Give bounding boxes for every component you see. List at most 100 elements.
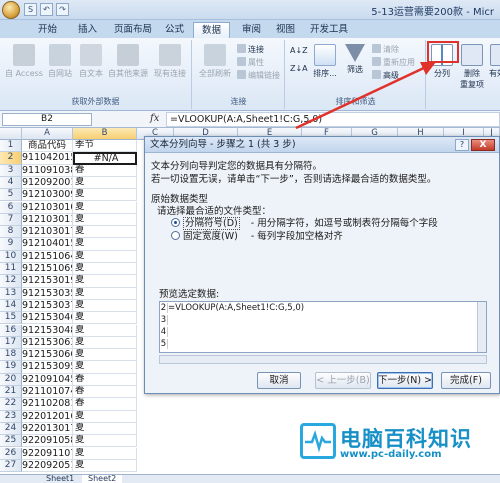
cell-product-code[interactable]: 商品代码 bbox=[22, 140, 73, 153]
undo-icon[interactable]: ↶ bbox=[40, 3, 53, 16]
cell-product-code[interactable]: 922012016 bbox=[22, 410, 73, 423]
sort-button[interactable]: 排序... bbox=[310, 44, 340, 79]
row-header[interactable]: 11 bbox=[0, 263, 22, 276]
row-header[interactable]: 9 bbox=[0, 238, 22, 251]
delimited-radio[interactable]: 分隔符号(D) - 用分隔字符，如逗号或制表符分隔每个字段 bbox=[171, 215, 438, 230]
cell-product-code[interactable]: 912151069 bbox=[22, 263, 73, 276]
connections-button[interactable]: 连接 bbox=[237, 44, 264, 55]
horizontal-scrollbar[interactable] bbox=[159, 355, 487, 364]
cell-product-code[interactable]: 912103017 bbox=[22, 226, 73, 239]
redo-icon[interactable]: ↷ bbox=[56, 3, 69, 16]
cell-season[interactable]: 春 bbox=[73, 373, 137, 386]
cell-product-code[interactable]: 912103010 bbox=[22, 201, 73, 214]
from-access-button[interactable]: 自 Access bbox=[4, 44, 44, 79]
row-header[interactable]: 6 bbox=[0, 201, 22, 214]
row-header[interactable]: 13 bbox=[0, 287, 22, 300]
tab-view[interactable]: 视图 bbox=[268, 22, 303, 38]
name-box[interactable]: B2 bbox=[2, 113, 92, 126]
row-header[interactable]: 16 bbox=[0, 324, 22, 337]
row-header[interactable]: 2 bbox=[0, 152, 22, 165]
cell-product-code[interactable]: 912103011 bbox=[22, 213, 73, 227]
cell-season[interactable]: 春 bbox=[73, 164, 137, 177]
row-header[interactable]: 1 bbox=[0, 140, 22, 153]
cell-season[interactable]: 春 bbox=[73, 386, 137, 399]
row-header[interactable]: 21 bbox=[0, 386, 22, 399]
office-button[interactable] bbox=[2, 1, 20, 19]
tab-review[interactable]: 审阅 bbox=[234, 22, 269, 38]
cell-season[interactable]: 夏 bbox=[73, 238, 137, 251]
cell-season[interactable]: 夏 bbox=[73, 201, 137, 214]
cell-season[interactable]: 夏 bbox=[73, 299, 137, 313]
row-header[interactable]: 22 bbox=[0, 398, 22, 411]
row-header[interactable]: 15 bbox=[0, 312, 22, 325]
cell-product-code[interactable]: 912092001 bbox=[22, 176, 73, 190]
cell-season[interactable]: 春 bbox=[73, 398, 137, 411]
cell-product-code[interactable]: 912153046 bbox=[22, 312, 73, 325]
tab-insert[interactable]: 插入 bbox=[70, 22, 105, 38]
row-header[interactable]: 5 bbox=[0, 189, 22, 202]
vertical-scrollbar[interactable] bbox=[477, 302, 486, 352]
cell-product-code[interactable]: 922013017 bbox=[22, 422, 73, 436]
advanced-button[interactable]: 高级 bbox=[372, 70, 399, 81]
row-header[interactable]: 3 bbox=[0, 164, 22, 177]
cell-season[interactable]: 夏 bbox=[73, 361, 137, 374]
cell-product-code[interactable]: 912153066 bbox=[22, 349, 73, 362]
cell-season[interactable]: 夏 bbox=[73, 312, 137, 325]
row-header[interactable]: 19 bbox=[0, 361, 22, 374]
tab-data[interactable]: 数据 bbox=[193, 22, 231, 38]
cell-product-code[interactable]: 912153037 bbox=[22, 299, 73, 313]
cell-season[interactable]: 夏 bbox=[73, 336, 137, 350]
row-header[interactable]: 20 bbox=[0, 373, 22, 386]
cell-product-code[interactable]: 912153035 bbox=[22, 287, 73, 300]
cell-selected[interactable]: #N/A bbox=[73, 152, 137, 165]
back-button[interactable]: < 上一步(B) bbox=[315, 372, 371, 389]
cell-season[interactable]: 夏 bbox=[73, 349, 137, 362]
row-header[interactable]: 23 bbox=[0, 410, 22, 423]
formula-input[interactable]: =VLOOKUP(A:A,Sheet1!C:G,5,0) bbox=[166, 112, 500, 127]
sort-descending-button[interactable]: Z↓A bbox=[290, 64, 308, 73]
cell-product-code[interactable]: 912153095 bbox=[22, 361, 73, 374]
row-header[interactable]: 7 bbox=[0, 213, 22, 227]
cell-season[interactable]: 夏 bbox=[73, 324, 137, 337]
existing-connections-button[interactable]: 现有连接 bbox=[150, 44, 190, 79]
cell-season[interactable]: 夏 bbox=[73, 435, 137, 448]
insert-function-icon[interactable]: fx bbox=[150, 113, 159, 124]
row-header[interactable]: 18 bbox=[0, 349, 22, 362]
cell-product-code[interactable]: 921101074 bbox=[22, 386, 73, 399]
next-button[interactable]: 下一步(N) > bbox=[377, 372, 433, 389]
tab-page-layout[interactable]: 页面布局 bbox=[106, 22, 160, 38]
remove-duplicates-button[interactable]: 删除 重复项 bbox=[457, 44, 487, 90]
tab-formulas[interactable]: 公式 bbox=[157, 22, 192, 38]
column-header[interactable]: A bbox=[22, 128, 73, 140]
refresh-all-button[interactable]: 全部刷新 bbox=[195, 44, 235, 79]
save-icon[interactable]: S bbox=[24, 3, 37, 16]
row-header[interactable]: 17 bbox=[0, 336, 22, 350]
row-header[interactable]: 24 bbox=[0, 422, 22, 436]
reapply-button[interactable]: 重新应用 bbox=[372, 57, 415, 68]
cancel-button[interactable]: 取消 bbox=[257, 372, 301, 389]
cell-product-code[interactable]: 921091045 bbox=[22, 373, 73, 386]
column-header[interactable]: B bbox=[73, 128, 137, 140]
cell-season[interactable]: 夏 bbox=[73, 275, 137, 288]
row-header[interactable]: 8 bbox=[0, 226, 22, 239]
help-icon[interactable]: ? bbox=[455, 139, 469, 151]
row-header[interactable]: 26 bbox=[0, 447, 22, 460]
cell-season[interactable]: 夏 bbox=[73, 447, 137, 460]
cell-product-code[interactable]: 912153063 bbox=[22, 336, 73, 350]
row-header[interactable]: 10 bbox=[0, 250, 22, 263]
cell-season[interactable]: 夏 bbox=[73, 459, 137, 473]
filter-button[interactable]: 筛选 bbox=[342, 44, 368, 75]
edit-links-button[interactable]: 编辑链接 bbox=[237, 70, 280, 81]
cell-season[interactable]: 夏 bbox=[73, 176, 137, 190]
cell-season[interactable]: 夏 bbox=[73, 287, 137, 300]
cell-product-code[interactable]: 912104015 bbox=[22, 238, 73, 251]
cell-product-code[interactable]: 922091107 bbox=[22, 447, 73, 460]
row-header[interactable]: 12 bbox=[0, 275, 22, 288]
cell-season[interactable]: 夏 bbox=[73, 422, 137, 436]
from-web-button[interactable]: 自网站 bbox=[44, 44, 76, 79]
cell-product-code[interactable]: 912153048 bbox=[22, 324, 73, 337]
cell-product-code[interactable]: 922092051 bbox=[22, 459, 73, 473]
cell-season[interactable]: 季节 bbox=[73, 140, 137, 153]
cell-season[interactable]: 夏 bbox=[73, 226, 137, 239]
select-all-corner[interactable] bbox=[0, 128, 22, 140]
